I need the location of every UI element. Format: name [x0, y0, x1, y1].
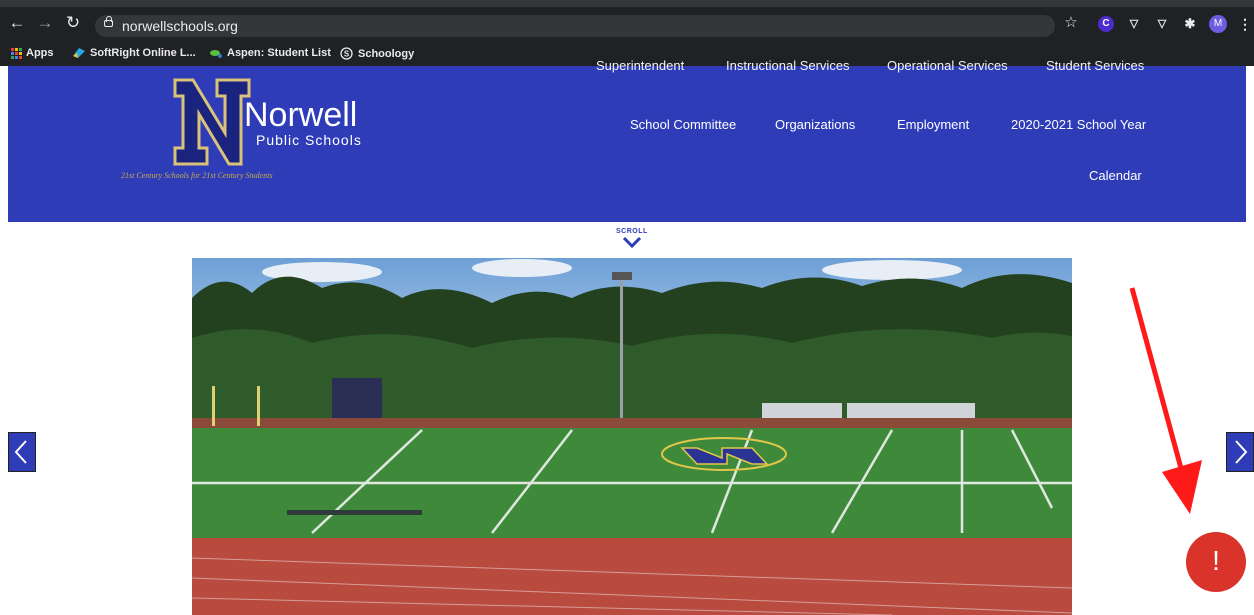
schoology-icon: S	[340, 47, 353, 60]
nav-school-year[interactable]: 2020-2021 School Year	[1011, 117, 1146, 132]
nav-operational-services[interactable]: Operational Services	[887, 58, 1008, 73]
logo-wordmark[interactable]: Norwell	[244, 96, 357, 135]
apps-grid-icon	[11, 48, 22, 59]
chevron-down-icon[interactable]	[622, 236, 642, 248]
address-bar[interactable]: norwellschools.org	[95, 15, 1055, 37]
extension-c-icon[interactable]: C	[1098, 16, 1114, 32]
nav-superintendent[interactable]: Superintendent	[596, 58, 684, 73]
alert-button[interactable]: !	[1186, 532, 1246, 592]
back-icon[interactable]: ←	[8, 14, 26, 32]
scroll-label[interactable]: SCROLL	[616, 228, 648, 235]
bookmark-star-icon[interactable]: ☆	[1062, 14, 1080, 32]
tab-strip	[0, 0, 1254, 7]
reload-icon[interactable]: ↻	[64, 14, 82, 32]
extension-shield-2-icon[interactable]: ▽	[1153, 15, 1171, 33]
site-header: Norwell Public Schools 21st Century Scho…	[8, 58, 1246, 222]
nav-school-committee[interactable]: School Committee	[630, 117, 736, 132]
annotation-arrow-icon	[1129, 287, 1202, 514]
norwell-n-logo-icon[interactable]	[173, 78, 251, 166]
nav-organizations[interactable]: Organizations	[775, 117, 855, 132]
forward-icon[interactable]: →	[36, 14, 54, 32]
carousel-prev-button[interactable]	[8, 432, 36, 472]
nav-instructional-services[interactable]: Instructional Services	[726, 58, 850, 73]
bookmark-label: Schoology	[358, 47, 415, 60]
bookmark-apps[interactable]: Apps	[11, 47, 54, 59]
bookmark-aspen[interactable]: Aspen: Student List	[210, 47, 331, 59]
url-text: norwellschools.org	[122, 18, 238, 34]
hero-image	[192, 258, 1072, 615]
extension-shield-icon[interactable]: ▽	[1125, 15, 1143, 33]
chevron-left-icon	[14, 440, 27, 464]
lock-icon	[104, 16, 113, 27]
bookmark-label: SoftRight Online L...	[90, 47, 196, 59]
nav-student-services[interactable]: Student Services	[1046, 58, 1144, 73]
nav-employment[interactable]: Employment	[897, 117, 969, 132]
aspen-leaf-icon	[210, 50, 222, 58]
browser-toolbar: ← → ↻ norwellschools.org ☆ C ▽ ▽ ✱ M ⋮	[0, 0, 1254, 44]
bookmark-schoology[interactable]: S Schoology	[340, 47, 414, 60]
logo-subtitle: Public Schools	[256, 132, 362, 148]
nav-calendar[interactable]: Calendar	[1089, 168, 1142, 183]
carousel-next-button[interactable]	[1226, 432, 1254, 472]
bookmark-label: Apps	[26, 47, 54, 59]
tagline: 21st Century Schools for 21st Century St…	[121, 171, 273, 180]
extensions-puzzle-icon[interactable]: ✱	[1181, 15, 1199, 33]
menu-kebab-icon[interactable]: ⋮	[1236, 15, 1254, 33]
profile-avatar[interactable]: M	[1209, 15, 1227, 33]
softright-icon	[73, 48, 85, 58]
bookmark-label: Aspen: Student List	[227, 47, 331, 59]
chevron-right-icon	[1235, 440, 1248, 464]
bookmark-softright[interactable]: SoftRight Online L...	[73, 47, 196, 59]
svg-text:S: S	[344, 50, 350, 59]
